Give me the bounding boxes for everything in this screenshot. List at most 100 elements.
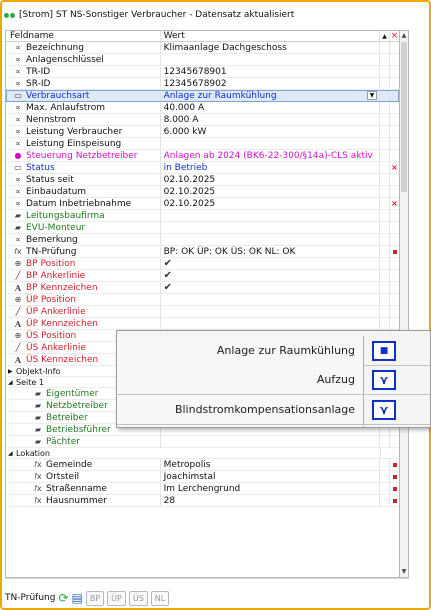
dropdown-arrow-icon[interactable]: ▼ xyxy=(367,91,378,100)
table-row[interactable]: ╱ BP Ankerlinie ✔ xyxy=(6,270,399,282)
field-value-cell[interactable] xyxy=(161,306,381,317)
field-value-cell[interactable]: 12345678902 xyxy=(161,78,381,89)
field-value-cell[interactable]: 40.000 A xyxy=(161,102,381,113)
table-row[interactable]: ∝ Einbaudatum 02.10.2025 xyxy=(6,186,399,198)
field-value-cell[interactable]: Im Lerchengrund xyxy=(161,483,381,494)
tn-bp-button[interactable]: BP xyxy=(85,590,105,606)
field-value-cell[interactable]: Anlagen ab 2024 (BK6-22-300/§14a)-CLS ak… xyxy=(161,150,381,161)
delete-icon[interactable]: × xyxy=(391,163,398,172)
marker-cell[interactable] xyxy=(390,246,399,257)
delete-icon[interactable]: × xyxy=(391,199,398,208)
table-row[interactable]: ▰ EVU-Monteur xyxy=(6,222,399,234)
field-value-cell[interactable]: 02.10.2025 xyxy=(161,174,381,185)
document-icon[interactable]: ▤ xyxy=(72,591,83,605)
table-row[interactable]: ● Steuerung Netzbetreiber Anlagen ab 2024 … xyxy=(6,150,399,162)
marker-cell xyxy=(390,78,399,89)
table-row[interactable]: ∝ Leistung Einspeisung xyxy=(6,138,399,150)
field-value-cell[interactable]: 28 xyxy=(161,495,381,506)
sort-icon[interactable]: ▲ xyxy=(380,31,391,41)
field-name-cell: 𝑓x Hausnummer xyxy=(6,495,161,506)
dropdown-option[interactable]: Aufzug ⋎ xyxy=(117,365,430,394)
field-value-cell[interactable]: ✔ xyxy=(161,258,381,269)
vertical-scrollbar[interactable]: ▲ ▼ xyxy=(400,30,409,578)
table-row[interactable]: ⊕ BP Position ✔ xyxy=(6,258,399,270)
list-field-icon: ▭ xyxy=(14,91,22,100)
column-header-field[interactable]: Feldname xyxy=(6,31,161,41)
table-row[interactable]: ⊕ ÜP Position xyxy=(6,294,399,306)
required-marker-icon xyxy=(392,249,397,254)
table-row[interactable]: ▭ Status in Betrieb × xyxy=(6,162,399,174)
table-row[interactable]: A ÜP Kennzeichen xyxy=(6,318,399,330)
field-value-cell[interactable] xyxy=(161,436,381,447)
text-field-icon: ∝ xyxy=(15,67,21,76)
field-value-cell[interactable] xyxy=(161,318,381,329)
field-value-cell[interactable] xyxy=(161,138,381,149)
refresh-icon[interactable]: ⟳ xyxy=(58,591,68,605)
table-row[interactable]: 𝑓x Ortsteil Joachimstal xyxy=(6,471,399,483)
marker-cell xyxy=(390,126,399,137)
tn-up-button[interactable]: ÜP xyxy=(107,590,126,606)
table-row[interactable]: ∝ Bemerkung xyxy=(6,234,399,246)
column-delete-icon[interactable]: × xyxy=(390,31,399,41)
marker-cell[interactable]: × xyxy=(390,162,399,173)
table-row[interactable]: ∝ Max. Anlaufstrom 40.000 A xyxy=(6,102,399,114)
window-title: [Strom] ST NS-Sonstiger Verbraucher - Da… xyxy=(19,10,295,20)
field-value-cell[interactable]: ✔ xyxy=(161,270,381,281)
field-name-label: Hausnummer xyxy=(46,495,107,506)
collapse-icon[interactable]: ◢ xyxy=(8,450,16,457)
field-value-cell[interactable]: 8.000 A xyxy=(161,114,381,125)
scroll-down-icon[interactable]: ▼ xyxy=(400,567,408,577)
field-value-cell[interactable] xyxy=(161,234,381,245)
table-row[interactable]: ∝ Leistung Verbraucher 6.000 kW xyxy=(6,126,399,138)
table-row[interactable]: ▰ Pächter xyxy=(6,436,399,448)
table-row[interactable]: 𝑓x Straßenname Im Lerchengrund xyxy=(6,483,399,495)
field-value-cell[interactable]: Joachimstal xyxy=(161,471,381,482)
column-header-value[interactable]: Wert xyxy=(161,31,381,41)
field-value-cell[interactable]: Anlage zur Raumkühlung ▼ xyxy=(161,90,381,101)
table-row[interactable]: ∝ Anlagenschlüssel xyxy=(6,54,399,66)
field-value-cell[interactable]: Metropolis xyxy=(161,459,381,470)
table-row[interactable]: ∝ Bezeichnung Klimaanlage Dachgeschoss xyxy=(6,42,399,54)
table-row[interactable]: ∝ Status seit 02.10.2025 xyxy=(6,174,399,186)
property-grid[interactable]: Feldname Wert ▲ × ∝ Bezeichnung Klimaanlag… xyxy=(5,30,400,578)
collapse-icon[interactable]: ◢ xyxy=(8,379,16,386)
table-row[interactable]: ▭ Verbrauchsart Anlage zur Raumkühlung ▼ xyxy=(6,90,399,102)
field-value-cell[interactable]: Klimaanlage Dachgeschoss xyxy=(161,42,381,53)
group-header[interactable]: ◢ Lokation xyxy=(6,448,399,459)
marker-cell xyxy=(390,459,399,470)
table-row[interactable]: ∝ Datum Inbetriebnahme 02.10.2025 × xyxy=(6,198,399,210)
field-value-cell[interactable]: 02.10.2025 xyxy=(161,186,381,197)
table-row[interactable]: ╱ ÜP Ankerlinie xyxy=(6,306,399,318)
field-value-cell[interactable]: 02.10.2025 xyxy=(161,198,381,209)
dropdown-option[interactable]: Durchlauferhitzer⋎ xyxy=(117,425,430,427)
scroll-thumb[interactable] xyxy=(401,42,407,192)
field-name-label: Gemeinde xyxy=(46,459,93,470)
dropdown-option[interactable]: Anlage zur Raumkühlung ■ xyxy=(117,336,430,365)
dropdown-option[interactable]: Blindstromkompensationsanlage ⋎ xyxy=(117,395,430,424)
table-row[interactable]: ∝ Nennstrom 8.000 A xyxy=(6,114,399,126)
table-row[interactable]: 𝑓x Hausnummer 28 xyxy=(6,495,399,507)
expand-icon[interactable]: ▶ xyxy=(8,368,16,375)
table-row[interactable]: ∝ SR-ID 12345678902 xyxy=(6,78,399,90)
field-value-cell[interactable]: ✔ xyxy=(161,282,381,293)
tn-us-button[interactable]: ÜS xyxy=(128,590,148,606)
scroll-up-icon[interactable]: ▲ xyxy=(400,31,408,41)
field-value-cell[interactable] xyxy=(161,294,381,305)
table-row[interactable]: ▰ Leitungsbaufirma xyxy=(6,210,399,222)
field-value-cell[interactable] xyxy=(161,54,381,65)
field-value-cell[interactable]: 6.000 kW xyxy=(161,126,381,137)
field-value-cell[interactable] xyxy=(161,222,381,233)
table-row[interactable]: A BP Kennzeichen ✔ xyxy=(6,282,399,294)
verbrauchsart-dropdown-popup[interactable]: Anlage zur Raumkühlung ■ Aufzug ⋎ Blindstrom… xyxy=(116,330,431,428)
field-value-cell[interactable]: 12345678901 xyxy=(161,66,381,77)
field-value-cell[interactable] xyxy=(161,210,381,221)
table-row[interactable]: ∝ TR-ID 12345678901 xyxy=(6,66,399,78)
tn-nl-button[interactable]: NL xyxy=(150,590,170,606)
marker-cell xyxy=(390,483,399,494)
table-row[interactable]: 𝑓x TN-Prüfung BP: OK ÜP: OK ÜS: OK NL: OK xyxy=(6,246,399,258)
field-name-cell: ∝ Anlagenschlüssel xyxy=(6,54,161,65)
marker-cell[interactable]: × xyxy=(390,198,399,209)
field-value-cell[interactable]: in Betrieb xyxy=(161,162,381,173)
field-value-cell[interactable]: BP: OK ÜP: OK ÜS: OK NL: OK xyxy=(161,246,381,257)
table-row[interactable]: 𝑓x Gemeinde Metropolis xyxy=(6,459,399,471)
